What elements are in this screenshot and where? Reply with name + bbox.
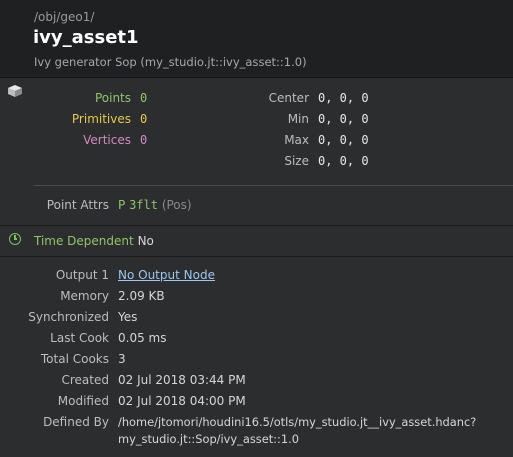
last-cook-value: 0.05 ms <box>118 331 167 345</box>
section-divider <box>0 256 513 257</box>
output1-link[interactable]: No Output Node <box>118 268 215 282</box>
attr-class: P <box>118 198 126 212</box>
created-value: 02 Jul 2018 03:44 PM <box>118 373 246 387</box>
size-value: 0, 0, 0 <box>318 154 369 168</box>
time-dependent-row: Time Dependent No <box>34 234 154 248</box>
node-path[interactable]: /obj/geo1/ <box>34 10 94 24</box>
point-attrs-label: Point Attrs <box>46 198 109 212</box>
synchronized-value: Yes <box>118 310 138 324</box>
modified-label: Modified <box>57 394 109 408</box>
node-header: /obj/geo1/ ivy_asset1 Ivy generator Sop … <box>0 0 513 78</box>
points-value: 0 <box>140 91 148 105</box>
min-label: Min <box>287 112 309 126</box>
point-attr-entry: P 3flt (Pos) <box>118 198 192 212</box>
attr-name: (Pos) <box>161 198 192 212</box>
total-cooks-value: 3 <box>118 352 126 366</box>
max-value: 0, 0, 0 <box>318 133 369 147</box>
synchronized-label: Synchronized <box>28 310 109 324</box>
min-value: 0, 0, 0 <box>318 112 369 126</box>
memory-label: Memory <box>60 289 109 303</box>
time-dependent-value: No <box>137 234 154 248</box>
primitives-label: Primitives <box>71 112 131 126</box>
modified-value: 02 Jul 2018 04:00 PM <box>118 394 246 408</box>
created-label: Created <box>61 373 110 387</box>
vertices-value: 0 <box>140 133 148 147</box>
center-value: 0, 0, 0 <box>318 91 369 105</box>
section-divider <box>34 185 513 186</box>
section-divider <box>0 225 513 226</box>
time-dependent-label: Time Dependent <box>34 234 134 248</box>
defined-by-label: Defined By <box>43 415 109 429</box>
max-label: Max <box>284 133 309 147</box>
geometry-cube-icon <box>8 85 22 97</box>
total-cooks-label: Total Cooks <box>40 352 109 366</box>
defined-by-path: /home/jtomori/houdini16.5/otls/my_studio… <box>118 415 477 429</box>
last-cook-label: Last Cook <box>50 331 109 345</box>
primitives-value: 0 <box>140 112 148 126</box>
defined-by-asset: my_studio.jt::Sop/ivy_asset::1.0 <box>118 432 299 446</box>
node-name: ivy_asset1 <box>33 27 139 48</box>
clock-icon <box>9 233 21 245</box>
center-label: Center <box>268 91 309 105</box>
vertices-label: Vertices <box>83 133 131 147</box>
attr-type: 3flt <box>129 198 158 212</box>
size-label: Size <box>284 154 309 168</box>
node-type: Ivy generator Sop (my_studio.jt::ivy_ass… <box>34 55 307 69</box>
output1-label: Output 1 <box>55 268 109 282</box>
memory-value: 2.09 KB <box>118 289 165 303</box>
points-label: Points <box>94 91 131 105</box>
